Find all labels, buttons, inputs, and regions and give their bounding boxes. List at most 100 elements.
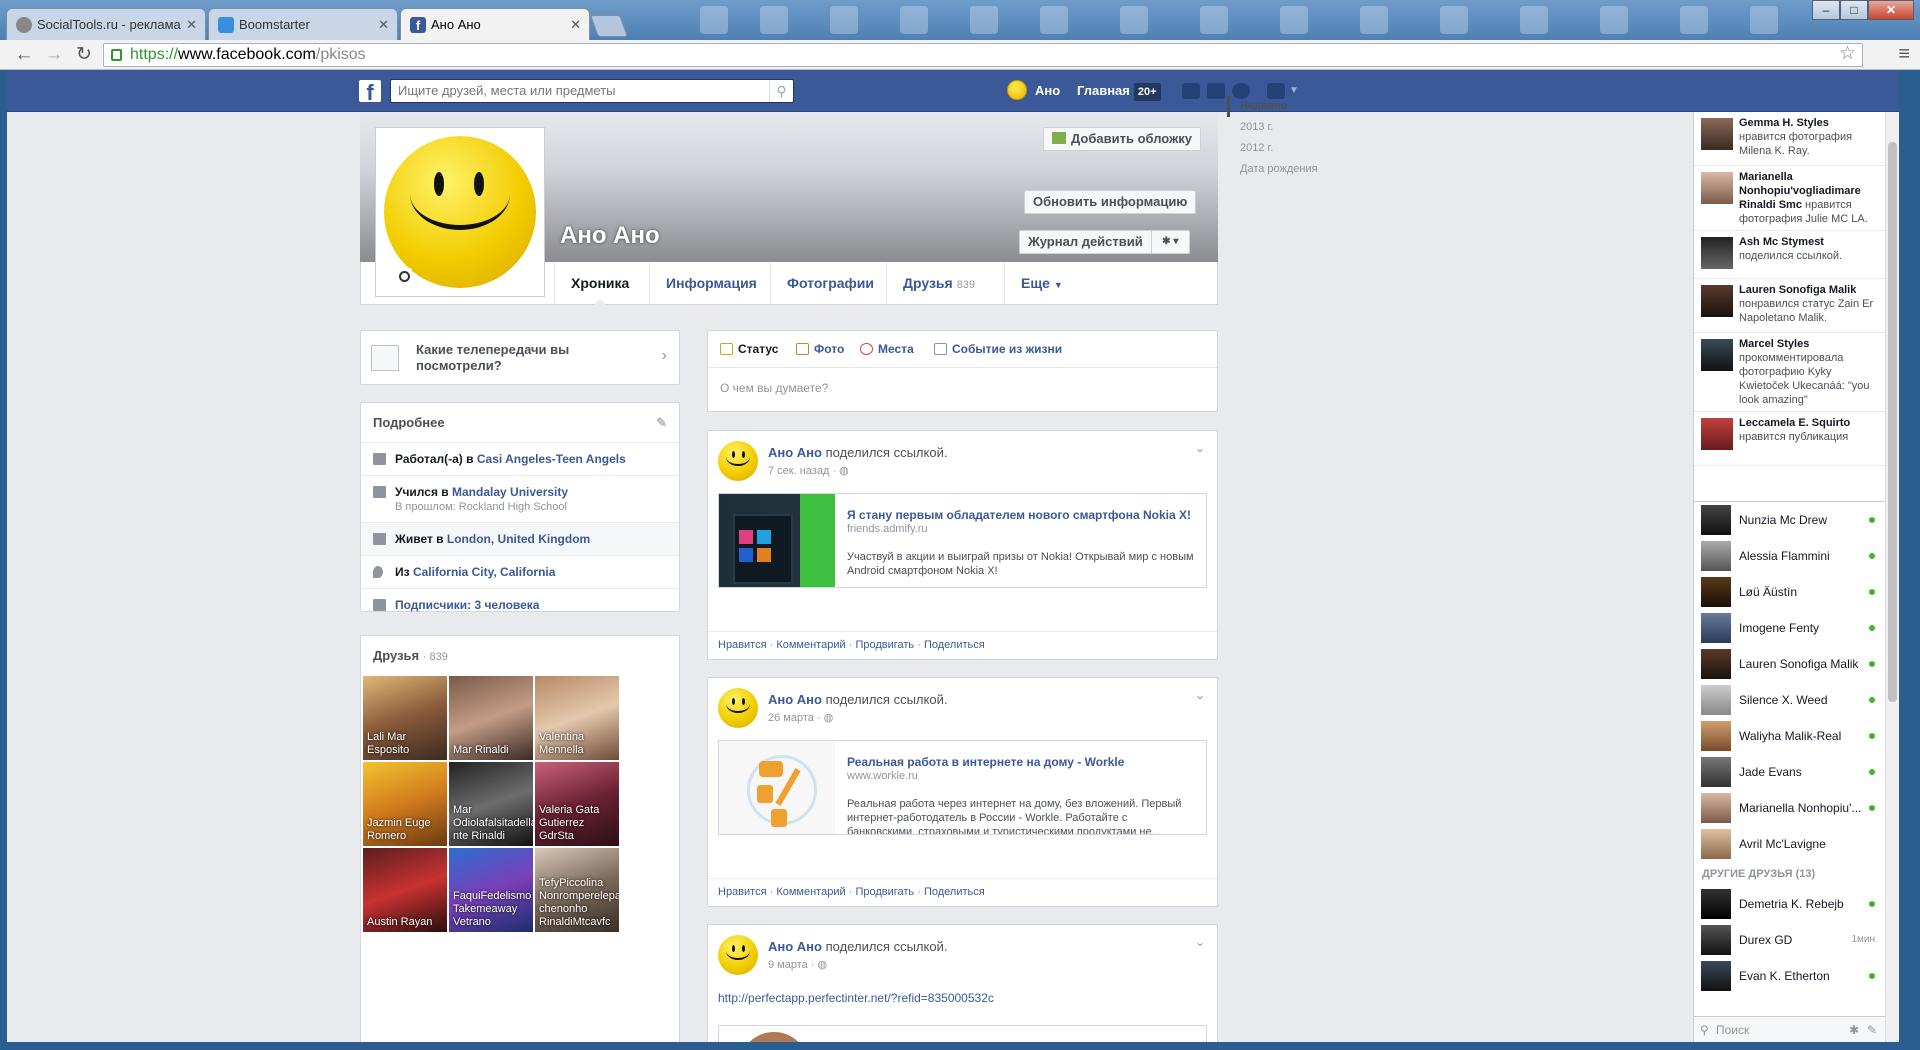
chat-contact[interactable]: Durex GD 1мин [1694, 922, 1885, 958]
update-info-button[interactable]: Обновить информацию [1024, 190, 1197, 214]
close-tab-icon[interactable]: ✕ [186, 9, 197, 40]
post-object-link[interactable]: ссылкой. [894, 692, 948, 707]
chat-search-input[interactable]: ⚲ Поиск ✱ ✎ [1694, 1016, 1885, 1042]
post-time[interactable]: 26 марта · ◍ [768, 711, 833, 724]
friend-tile[interactable]: Austin Rayan [363, 848, 447, 932]
post-author-link[interactable]: Ано Ано [768, 445, 822, 460]
home-link[interactable]: Главная 20+ [1077, 82, 1161, 101]
composer-tab-photo[interactable]: Фото [796, 342, 844, 356]
gear-icon[interactable]: ✱ ▾ [1150, 231, 1189, 253]
back-arrow-icon[interactable]: ← [12, 43, 36, 67]
ticker-item[interactable]: Ash Mc Stymest поделился ссылкой. [1694, 231, 1885, 279]
composer-tab-life-event[interactable]: Событие из жизни [934, 342, 1062, 356]
address-bar[interactable]: https://www.facebook.com/pkisos ☆ [103, 43, 1863, 67]
browser-tab-profile[interactable]: f Ано Ано ✕ [400, 8, 590, 40]
ticker-item[interactable]: Marianella Nonhopiu'vogliadimare Rinaldi… [1694, 166, 1885, 231]
like-link[interactable]: Нравится [718, 886, 767, 898]
camera-icon[interactable] [394, 268, 412, 282]
post-url-link[interactable]: http://perfectapp.perfectinter.net/?refi… [718, 991, 994, 1005]
profile-name[interactable]: Ано Ано [560, 222, 660, 250]
facebook-logo[interactable]: f [359, 80, 381, 105]
friend-requests-icon[interactable] [1182, 83, 1200, 99]
page-scrollbar[interactable] [1885, 112, 1899, 1042]
friends-title[interactable]: Друзья [373, 648, 419, 663]
maximize-button[interactable]: □ [1840, 0, 1868, 20]
share-link[interactable]: Поделиться [924, 639, 985, 651]
link-preview[interactable]: Я стану первым обладателем нового смартф… [718, 493, 1207, 588]
friend-tile[interactable]: Lali Mar Esposito [363, 676, 447, 760]
about-followers[interactable]: Подписчики: 3 человека [361, 588, 679, 621]
new-tab-button[interactable] [589, 15, 629, 37]
post-author-link[interactable]: Ано Ано [768, 692, 822, 707]
tab-photos[interactable]: Фотографии [770, 262, 890, 304]
comment-link[interactable]: Комментарий [776, 639, 845, 651]
chat-contact[interactable]: Silence X. Weed [1694, 682, 1885, 718]
composer-tab-places[interactable]: Места [860, 342, 914, 356]
tv-shows-prompt[interactable]: Какие телепередачи вы посмотрели? › [360, 330, 680, 385]
composer-tab-status[interactable]: Статус [720, 342, 778, 356]
chat-contact[interactable]: Lauren Sonofiga Malik [1694, 646, 1885, 682]
like-link[interactable]: Нравится [718, 639, 767, 651]
post-options-chevron-icon[interactable]: ⌄ [1195, 688, 1205, 702]
followers-link[interactable]: Подписчики: 3 человека [395, 598, 539, 612]
comment-link[interactable]: Комментарий [776, 886, 845, 898]
lives-place-link[interactable]: London, United Kingdom [447, 532, 590, 546]
promote-link[interactable]: Продвигать [855, 886, 914, 898]
user-avatar[interactable] [1007, 80, 1027, 100]
ticker-item[interactable]: Marcel Styles прокомментировала фотографи… [1694, 333, 1885, 412]
messages-icon[interactable] [1207, 83, 1225, 99]
chat-settings-gear-icon[interactable]: ✱ [1849, 1017, 1859, 1042]
chat-contact[interactable]: Alessia Flammini [1694, 538, 1885, 574]
compose-message-icon[interactable]: ✎ [1867, 1017, 1877, 1042]
friend-tile[interactable]: Mar Odiolafalsitadellage nte Rinaldi [449, 762, 533, 846]
study-place-link[interactable]: Mandalay University [452, 485, 568, 499]
tab-timeline[interactable]: Хроника [554, 262, 645, 305]
post-author-avatar[interactable] [718, 441, 758, 481]
post-author-avatar[interactable] [718, 688, 758, 728]
timeline-nav-born[interactable]: Дата рождения [1227, 159, 1347, 180]
bookmark-star-icon[interactable]: ☆ [1839, 43, 1856, 65]
work-place-link[interactable]: Casi Angeles-Teen Angels [477, 452, 626, 466]
post-time[interactable]: 9 марта · ◍ [768, 958, 827, 971]
tab-about[interactable]: Информация [649, 262, 773, 304]
tab-more[interactable]: Еще ▼ [1004, 262, 1079, 304]
search-input[interactable]: Ищите друзей, места или предметы ⚲ [390, 79, 794, 103]
link-title[interactable]: Реальная работа в интернете на дому - Wo… [847, 755, 1197, 769]
post-options-chevron-icon[interactable]: ⌄ [1195, 441, 1205, 455]
close-tab-icon[interactable]: ✕ [378, 9, 389, 40]
friend-tile[interactable]: FaquiFedelismo Takemeaway Vetrano [449, 848, 533, 932]
timeline-nav-2013[interactable]: 2013 г. [1227, 117, 1347, 138]
browser-menu-icon[interactable]: ≡ [1898, 43, 1910, 66]
ticker-item[interactable]: Leccamela E. Squirto нравится публикация [1694, 412, 1885, 466]
browser-tab-socialtools[interactable]: SocialTools.ru - реклама ✕ [6, 8, 206, 40]
status-input[interactable]: О чем вы думаете? [708, 367, 1217, 408]
post-author-avatar[interactable] [718, 935, 758, 975]
minimize-button[interactable]: – [1812, 0, 1840, 20]
timeline-nav-recent[interactable]: Недавно [1227, 96, 1347, 117]
scrollbar-thumb[interactable] [1888, 142, 1897, 702]
chat-contact[interactable]: Jade Evans [1694, 754, 1885, 790]
friend-tile[interactable]: Mar Rinaldi [449, 676, 533, 760]
post-options-chevron-icon[interactable]: ⌄ [1195, 935, 1205, 949]
chat-contact[interactable]: Demetria K. Rebejb [1694, 886, 1885, 922]
link-preview[interactable]: Реальная работа в интернете на дому - Wo… [718, 740, 1207, 835]
promote-link[interactable]: Продвигать [855, 639, 914, 651]
link-preview[interactable] [718, 1025, 1207, 1042]
profile-link[interactable]: Ано [1035, 82, 1060, 100]
chat-contact[interactable]: Nunzia Mc Drew [1694, 502, 1885, 538]
pencil-icon[interactable]: ✎ [656, 415, 667, 431]
timeline-nav-2012[interactable]: 2012 г. [1227, 138, 1347, 159]
forward-arrow-icon[interactable]: → [42, 43, 66, 67]
chat-contact[interactable]: Evan K. Etherton [1694, 958, 1885, 994]
post-object-link[interactable]: ссылкой. [894, 445, 948, 460]
chat-contact[interactable]: Waliyha Malik-Real [1694, 718, 1885, 754]
friend-tile[interactable]: Valeria Gata Gutierrez GdrSta [535, 762, 619, 846]
friend-tile[interactable]: Jazmin Euge Romero [363, 762, 447, 846]
post-time[interactable]: 7 сек. назад · ◍ [768, 464, 849, 477]
chat-contact[interactable]: Avril Mc'Lavigne [1694, 826, 1885, 862]
ticker-item[interactable]: Gemma H. Styles нравится фотография Milen… [1694, 112, 1885, 166]
chat-contact[interactable]: Marianella Nonhopiu'... [1694, 790, 1885, 826]
browser-tab-boomstarter[interactable]: Boomstarter ✕ [208, 8, 398, 40]
activity-log-button[interactable]: Журнал действий ✱ ▾ [1019, 230, 1190, 254]
chat-contact[interactable]: Løü Äüstìn [1694, 574, 1885, 610]
